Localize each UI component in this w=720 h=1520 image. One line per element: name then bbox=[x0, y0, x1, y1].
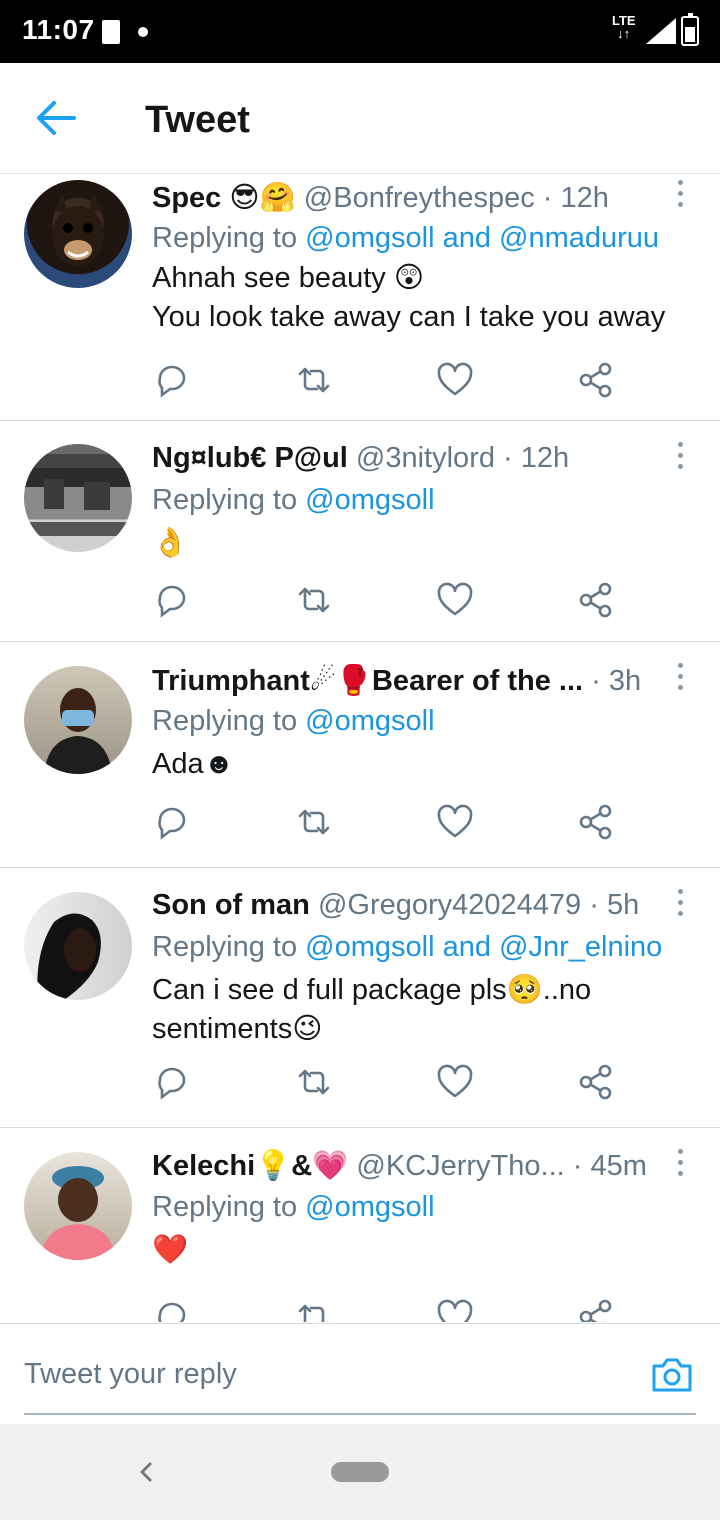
replying-to: Replying to @omgsoll bbox=[152, 484, 435, 516]
avatar[interactable] bbox=[24, 180, 132, 288]
author-handle: @3nitylord · 12h bbox=[355, 442, 570, 474]
tweet-item[interactable]: Ng¤lub€ P@ul @3nitylord · 12h Replying t… bbox=[0, 420, 720, 642]
retweet-icon[interactable] bbox=[294, 1062, 334, 1102]
sim-icon bbox=[102, 20, 120, 44]
replying-to: Replying to @omgsoll and @Jnr_elnino bbox=[152, 931, 663, 963]
like-icon[interactable] bbox=[435, 580, 475, 620]
author-handle: @Bonfreythespec · 12h bbox=[303, 182, 609, 214]
author-name[interactable]: Triumphant☄🥊Bearer of the ... bbox=[152, 665, 583, 697]
nav-home-button[interactable] bbox=[331, 1462, 389, 1482]
avatar[interactable] bbox=[24, 892, 132, 1000]
status-bar: 11:07 LTE ↓↑ bbox=[0, 0, 720, 63]
replying-to: Replying to @omgsoll bbox=[152, 705, 435, 737]
retweet-icon[interactable] bbox=[294, 802, 334, 842]
replies-list: Spec 😎🤗 @Bonfreythespec · 12h Replying t… bbox=[0, 174, 720, 1322]
author-handle: @KCJerryTho... · 45m bbox=[356, 1150, 647, 1182]
replying-to-link[interactable]: @omgsoll and @Jnr_elnino bbox=[305, 931, 662, 963]
share-icon[interactable] bbox=[576, 1297, 616, 1322]
tweet-text: Can i see d full package pls🥺..no sentim… bbox=[152, 974, 592, 1045]
more-icon[interactable] bbox=[672, 180, 688, 212]
reply-icon[interactable] bbox=[152, 1062, 192, 1102]
tweet-actions bbox=[152, 1062, 652, 1102]
tweet-actions bbox=[152, 802, 652, 842]
author-handle: · 3h bbox=[591, 665, 642, 697]
tweet-item[interactable]: Triumphant☄🥊Bearer of the ... · 3h Reply… bbox=[0, 641, 720, 868]
tweet-actions bbox=[152, 360, 652, 400]
nav-back-icon[interactable] bbox=[132, 1452, 160, 1492]
tweet-actions bbox=[152, 580, 652, 620]
author-name[interactable]: Ng¤lub€ P@ul bbox=[152, 442, 348, 474]
like-icon[interactable] bbox=[435, 1297, 475, 1322]
avatar[interactable] bbox=[24, 444, 132, 552]
system-nav-bar bbox=[0, 1424, 720, 1520]
notification-dot-icon bbox=[138, 27, 148, 37]
like-icon[interactable] bbox=[435, 360, 475, 400]
camera-icon[interactable] bbox=[651, 1356, 693, 1394]
replying-to-link[interactable]: @omgsoll and @nmaduruu bbox=[305, 222, 659, 254]
tweet-actions bbox=[152, 1297, 652, 1322]
tweet-text: Ahnah see beauty 😲 You look take away ca… bbox=[152, 262, 666, 333]
like-icon[interactable] bbox=[435, 802, 475, 842]
tweet-text: ❤️ bbox=[152, 1234, 189, 1266]
author-name[interactable]: Son of man bbox=[152, 889, 310, 921]
retweet-icon[interactable] bbox=[294, 1297, 334, 1322]
reply-input[interactable]: Tweet your reply bbox=[24, 1358, 237, 1391]
tweet-item[interactable]: Spec 😎🤗 @Bonfreythespec · 12h Replying t… bbox=[0, 174, 720, 421]
more-icon[interactable] bbox=[672, 1149, 688, 1181]
back-arrow-icon[interactable] bbox=[34, 98, 78, 138]
reply-composer: Tweet your reply bbox=[0, 1323, 720, 1424]
network-type: LTE ↓↑ bbox=[612, 13, 636, 41]
tweet-item[interactable]: Son of man @Gregory42024479 · 5h Replyin… bbox=[0, 867, 720, 1128]
reply-icon[interactable] bbox=[152, 580, 192, 620]
tweet-text: 👌 bbox=[152, 527, 189, 559]
author-handle: @Gregory42024479 · 5h bbox=[317, 889, 640, 921]
more-icon[interactable] bbox=[672, 442, 688, 474]
more-icon[interactable] bbox=[672, 663, 688, 695]
author-name[interactable]: Kelechi💡&💗 bbox=[152, 1150, 348, 1182]
replying-to: Replying to @omgsoll bbox=[152, 1191, 435, 1223]
retweet-icon[interactable] bbox=[294, 580, 334, 620]
share-icon[interactable] bbox=[576, 802, 616, 842]
replying-to-link[interactable]: @omgsoll bbox=[305, 705, 434, 737]
status-time: 11:07 bbox=[22, 14, 95, 45]
reply-icon[interactable] bbox=[152, 1297, 192, 1322]
signal-icon bbox=[646, 18, 676, 44]
author-name[interactable]: Spec 😎🤗 bbox=[152, 182, 296, 214]
input-underline bbox=[24, 1413, 696, 1415]
app-bar: Tweet bbox=[0, 63, 720, 174]
like-icon[interactable] bbox=[435, 1062, 475, 1102]
replying-to-link[interactable]: @omgsoll bbox=[305, 1191, 434, 1223]
replying-to: Replying to @omgsoll and @nmaduruu bbox=[152, 222, 660, 254]
reply-icon[interactable] bbox=[152, 360, 192, 400]
tweet-item[interactable]: Kelechi💡&💗 @KCJerryTho... · 45m Replying… bbox=[0, 1127, 720, 1322]
retweet-icon[interactable] bbox=[294, 360, 334, 400]
share-icon[interactable] bbox=[576, 360, 616, 400]
battery-icon bbox=[681, 13, 699, 46]
avatar[interactable] bbox=[24, 1152, 132, 1260]
share-icon[interactable] bbox=[576, 1062, 616, 1102]
more-icon[interactable] bbox=[672, 889, 688, 921]
page-title: Tweet bbox=[145, 99, 250, 141]
replying-to-link[interactable]: @omgsoll bbox=[305, 484, 434, 516]
avatar[interactable] bbox=[24, 666, 132, 774]
reply-icon[interactable] bbox=[152, 802, 192, 842]
tweet-text: Ada☻ bbox=[152, 748, 235, 780]
share-icon[interactable] bbox=[576, 580, 616, 620]
